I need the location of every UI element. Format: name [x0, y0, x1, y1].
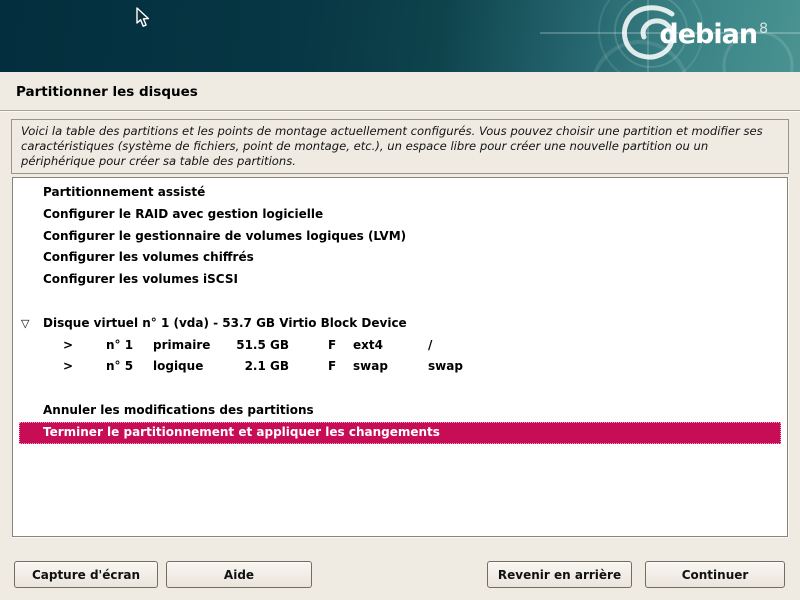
- partition-number: n° 5: [106, 356, 133, 378]
- partition-flag: F: [328, 335, 336, 357]
- list-item-partition-5[interactable]: > n° 5 logique 2.1 GB F swap swap: [19, 356, 781, 378]
- list-item-configure-raid[interactable]: Configurer le RAID avec gestion logiciel…: [19, 204, 781, 226]
- description-text: Voici la table des partitions et les poi…: [11, 119, 789, 174]
- partition-size: 51.5 GB: [199, 335, 289, 357]
- partition-marker-icon: >: [63, 356, 73, 378]
- list-item-configure-lvm[interactable]: Configurer le gestionnaire de volumes lo…: [19, 226, 781, 248]
- partition-mountpoint: /: [428, 335, 432, 357]
- list-item-finish-partitioning[interactable]: Terminer le partitionnement et appliquer…: [19, 422, 781, 444]
- screenshot-button[interactable]: Capture d'écran: [14, 561, 158, 588]
- go-back-button[interactable]: Revenir en arrière: [487, 561, 632, 588]
- disk-label: Disque virtuel n° 1 (vda) - 53.7 GB Virt…: [43, 316, 407, 330]
- title-divider: [0, 110, 800, 112]
- mouse-cursor-icon: [136, 7, 152, 29]
- expander-triangle-icon[interactable]: ▽: [21, 313, 43, 335]
- partition-filesystem: swap: [353, 356, 388, 378]
- partition-listbox: Partitionnement assisté Configurer le RA…: [12, 177, 788, 537]
- list-item-disk-header[interactable]: ▽Disque virtuel n° 1 (vda) - 53.7 GB Vir…: [19, 313, 781, 335]
- continue-button[interactable]: Continuer: [645, 561, 785, 588]
- list-spacer: [19, 378, 781, 400]
- partition-number: n° 1: [106, 335, 133, 357]
- partition-marker-icon: >: [63, 335, 73, 357]
- list-spacer: [19, 291, 781, 313]
- partition-filesystem: ext4: [353, 335, 383, 357]
- partition-mountpoint: swap: [428, 356, 463, 378]
- page-title: Partitionner les disques: [16, 84, 198, 100]
- list-item-guided-partitioning[interactable]: Partitionnement assisté: [19, 182, 781, 204]
- brand-name: debian: [659, 19, 757, 50]
- list-item-undo-changes[interactable]: Annuler les modifications des partitions: [19, 400, 781, 422]
- brand-logo-text: debian8: [659, 16, 768, 48]
- list-item-partition-1[interactable]: > n° 1 primaire 51.5 GB F ext4 /: [19, 335, 781, 357]
- help-button[interactable]: Aide: [166, 561, 312, 588]
- list-item-configure-encrypted[interactable]: Configurer les volumes chiffrés: [19, 247, 781, 269]
- list-item-configure-iscsi[interactable]: Configurer les volumes iSCSI: [19, 269, 781, 291]
- partition-type: logique: [153, 356, 203, 378]
- partition-size: 2.1 GB: [199, 356, 289, 378]
- banner: debian8: [0, 0, 800, 72]
- partition-flag: F: [328, 356, 336, 378]
- brand-version: 8: [759, 21, 768, 37]
